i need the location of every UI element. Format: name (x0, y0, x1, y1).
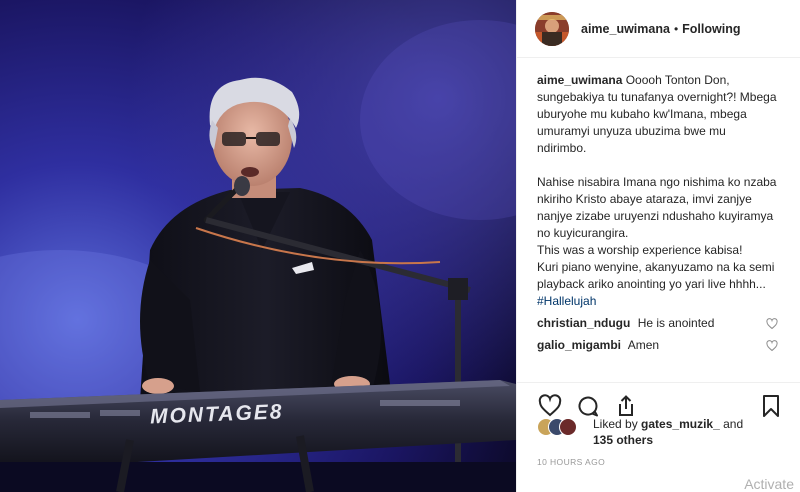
instagram-post: MONTAGE8 aime_uwimana • Following aime_u… (0, 0, 800, 492)
caption-text: Ooooh Tonton Don, sungebakiya tu tunafan… (537, 73, 777, 291)
header-separator: • (673, 21, 679, 36)
profile-picture-icon (535, 11, 569, 46)
bookmark-icon (763, 394, 779, 417)
post-details-panel: aime_uwimana • Following aime_uwimana Oo… (516, 0, 800, 492)
comments-section: aime_uwimana Ooooh Tonton Don, sungebaki… (517, 58, 800, 382)
likes-summary: Liked by gates_muzik_ and 135 others (537, 416, 784, 448)
post-caption: aime_uwimana Ooooh Tonton Don, sungebaki… (537, 72, 778, 310)
concert-photo: MONTAGE8 (0, 0, 516, 492)
activate-watermark: Activate (744, 476, 794, 492)
comment-like-heart-icon[interactable] (766, 317, 778, 330)
liker-avatar (559, 418, 577, 436)
share-button[interactable] (613, 393, 639, 419)
post-timestamp[interactable]: 10 HOURS AGO (537, 457, 605, 467)
likes-count-link[interactable]: 135 others (593, 433, 653, 447)
likes-text: Liked by gates_muzik_ and 135 others (593, 416, 743, 448)
comment-username[interactable]: galio_migambi (537, 338, 621, 352)
caption-username[interactable]: aime_uwimana (537, 73, 622, 87)
comment-row: christian_ndugu He is anointed (537, 315, 778, 332)
likes-conjunction: and (723, 417, 744, 431)
share-icon (619, 394, 633, 416)
post-author-username[interactable]: aime_uwimana (581, 22, 670, 36)
hashtag-link[interactable]: #Hallelujah (537, 294, 596, 308)
like-button[interactable] (537, 393, 563, 419)
liker-avatars[interactable] (537, 418, 587, 438)
comment-row: galio_migambi Amen (537, 337, 778, 354)
avatar[interactable] (535, 11, 569, 46)
likes-prefix: Liked by (593, 417, 638, 431)
post-photo[interactable]: MONTAGE8 (0, 0, 516, 492)
comment-text: He is anointed (637, 316, 715, 330)
heart-icon (538, 393, 562, 416)
comment-button[interactable] (575, 393, 601, 419)
comment-username[interactable]: christian_ndugu (537, 316, 630, 330)
post-header: aime_uwimana • Following (517, 0, 800, 58)
save-button[interactable] (758, 393, 784, 419)
comment-bubble-icon (578, 396, 598, 416)
comment-like-heart-icon[interactable] (766, 339, 778, 352)
comment-text: Amen (627, 338, 660, 352)
liker-username[interactable]: gates_muzik_ (641, 417, 720, 431)
following-button[interactable]: Following (682, 22, 740, 36)
